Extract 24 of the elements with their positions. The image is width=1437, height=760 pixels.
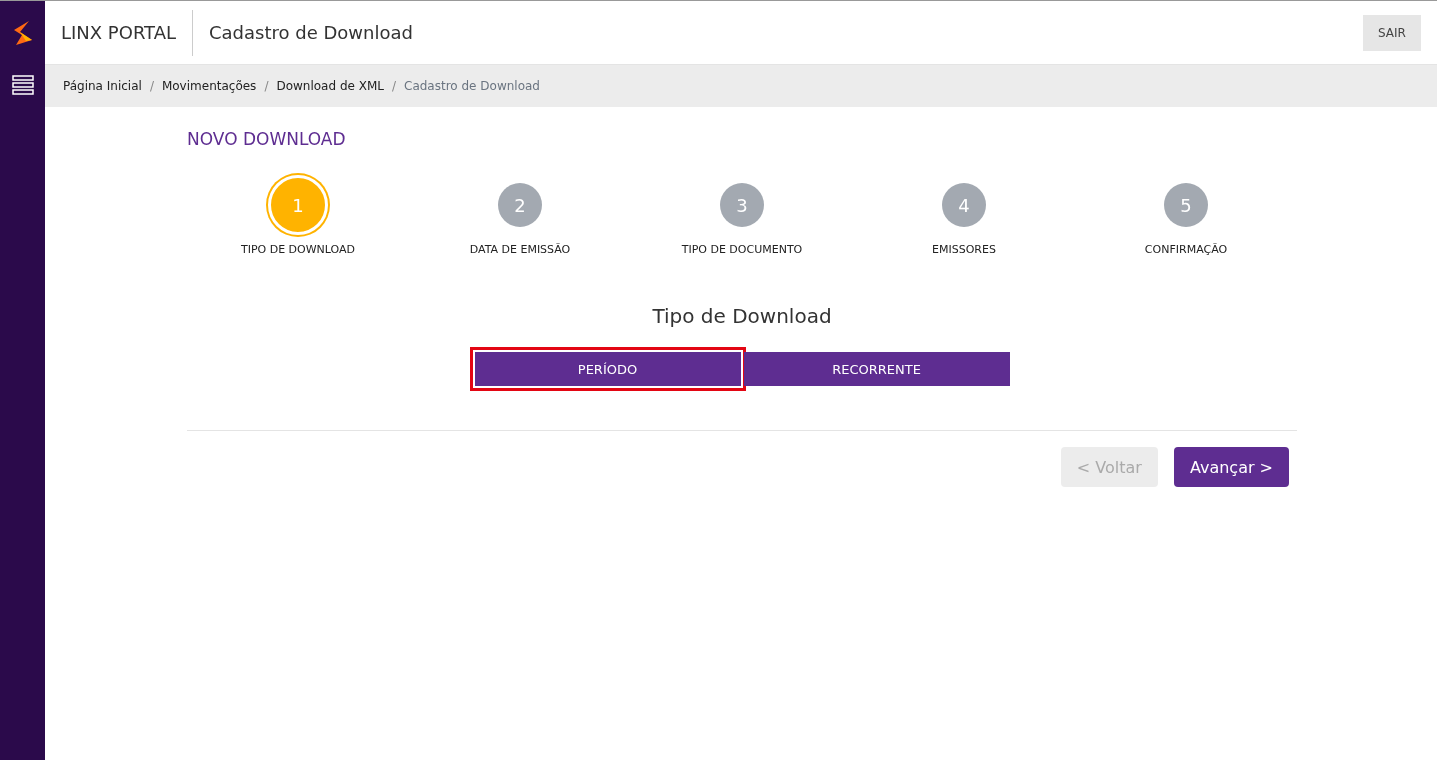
step-label: TIPO DE DOCUMENTO [681,243,803,256]
step-label: DATA DE EMISSÃO [469,243,571,256]
step-circle: 3 [720,183,764,227]
step-label: EMISSORES [932,243,996,256]
breadcrumb-link[interactable]: Página Inicial [63,79,142,93]
option-button[interactable]: RECORRENTE [743,352,1010,386]
section-title: Tipo de Download [651,304,833,328]
breadcrumb-separator: / [391,79,396,93]
step-circle: 1 [268,175,328,235]
logout-button[interactable]: SAIR [1363,14,1421,51]
brand-name: LINX PORTAL [61,9,193,56]
next-button[interactable]: Avançar > [1173,447,1289,487]
breadcrumb-link[interactable]: Movimentações [161,79,257,93]
page-header-title: Cadastro de Download [209,22,414,43]
step-label: TIPO DE DOWNLOAD [240,243,356,256]
breadcrumb-separator: / [264,79,269,93]
menu-icon[interactable] [11,75,34,95]
breadcrumb-separator: / [149,79,154,93]
step-circle: 5 [1164,183,1208,227]
step-circle: 4 [942,183,986,227]
breadcrumb-link[interactable]: Download de XML [276,79,384,93]
page-title: NOVO DOWNLOAD [187,129,347,149]
step-circle: 2 [498,183,542,227]
step-label: CONFIRMAÇÃO [1144,243,1228,256]
